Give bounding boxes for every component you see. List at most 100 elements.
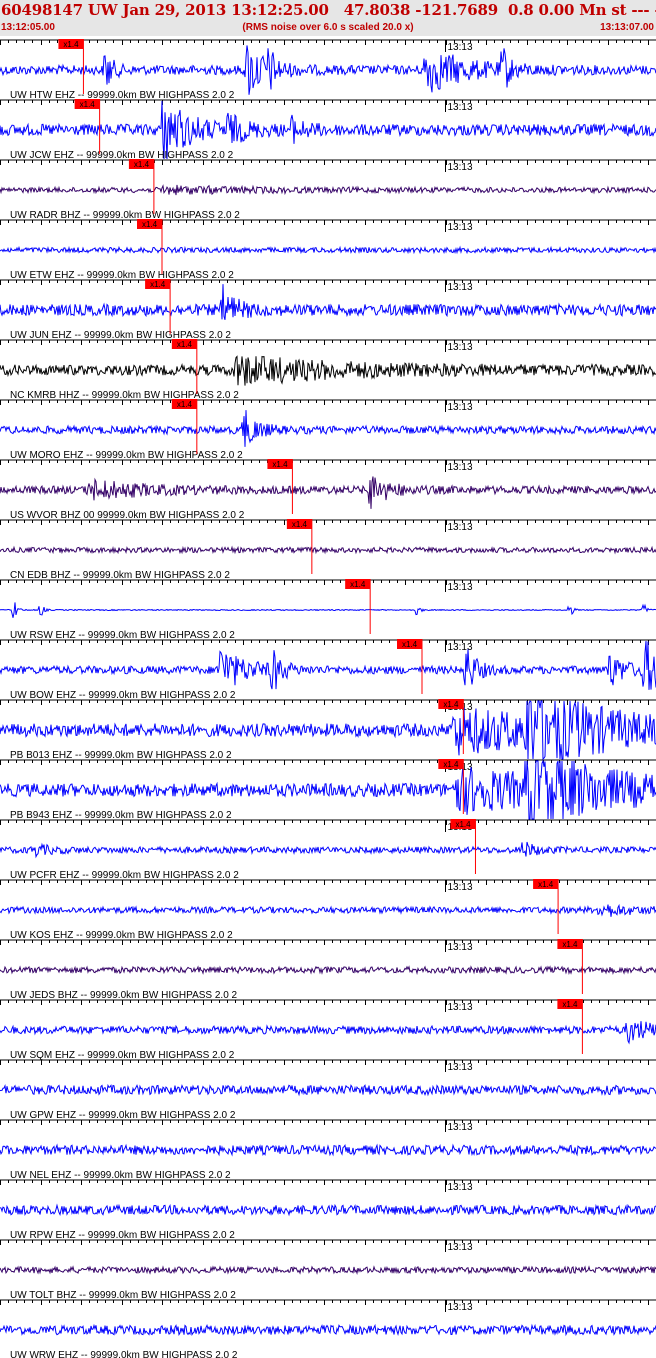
station-label: UW MORO EHZ -- 99999.0km BW HIGHPASS 2.0… [10,450,243,461]
minute-tick-label: 13:13 [448,642,473,653]
seismogram-trace [0,476,656,509]
pick-label: x1.4 [272,460,288,469]
rms-noise-note: (RMS noise over 6.0 s scaled 20.0 x) [242,22,414,33]
station-label: UW RPW EHZ -- 99999.0km BW HIGHPASS 2.0 … [10,1230,235,1241]
station-label: UW BOW EHZ -- 99999.0km BW HIGHPASS 2.0 … [10,690,236,701]
minute-tick-label: 13:13 [448,402,473,413]
pick-label: x1.4 [177,400,193,409]
seismogram-trace [0,355,656,386]
pick-label: x1.4 [402,640,418,649]
station-label: UW SQM EHZ -- 99999.0km BW HIGHPASS 2.0 … [10,1050,235,1061]
minute-tick-label: 13:13 [448,1062,473,1073]
trace-row: 13:13 UW HTW EHZ -- 99999.0km BW HIGHPASS… [0,39,656,101]
trace-row: 13:13 US WVOR BHZ 00 99999.0km BW HIGHPAS… [0,459,656,521]
pick-label: x1.4 [134,160,150,169]
seismogram-trace [0,1083,656,1097]
pick-label: x1.4 [562,1000,578,1009]
pick-label: x1.4 [443,700,459,709]
minute-tick-label: 13:13 [448,882,473,893]
minute-tick-label: 13:13 [448,42,473,53]
pick-label: x1.4 [63,40,79,49]
trace-row: 13:13 NC KMRB HHZ -- 99999.0km BW HIGHPAS… [0,339,656,401]
trace-row: 13:13 UW NEL EHZ -- 99999.0km BW HIGHPASS… [0,1119,656,1181]
seismogram-trace [0,1143,656,1157]
seismogram-trace [0,1323,656,1337]
pick-label: x1.4 [177,340,193,349]
pick-label: x1.4 [350,580,366,589]
station-label: UW HTW EHZ -- 99999.0km BW HIGHPASS 2.0 … [10,90,235,101]
trace-row: 13:13 UW SQM EHZ -- 99999.0km BW HIGHPASS… [0,999,656,1061]
station-label: UW NEL EHZ -- 99999.0km BW HIGHPASS 2.0 … [10,1170,231,1181]
pick-label: x1.4 [538,880,554,889]
trace-row: 13:13UW PCFR EHZ -- 99999.0km BW HIGHPAS… [0,819,656,881]
station-label: UW RADR BHZ -- 99999.0km BW HIGHPASS 2.0… [10,210,240,221]
trace-row: 13:13 UW JCW EHZ -- 99999.0km BW HIGHPASS… [0,99,656,161]
trace-row: 13:13 UW JEDS BHZ -- 99999.0km BW HIGHPAS… [0,939,656,1001]
station-label: NC KMRB HHZ -- 99999.0km BW HIGHPASS 2.0… [10,390,239,401]
station-label: UW KOS EHZ -- 99999.0km BW HIGHPASS 2.0 … [10,930,233,941]
trace-row: 13:13 UW MORO EHZ -- 99999.0km BW HIGHPAS… [0,399,656,461]
pick-label: x1.4 [150,280,166,289]
station-label: US WVOR BHZ 00 99999.0km BW HIGHPASS 2.0… [10,510,245,521]
seismogram-trace [0,640,656,690]
station-label: UW JEDS BHZ -- 99999.0km BW HIGHPASS 2.0… [10,990,238,1001]
pick-label: x1.4 [80,100,96,109]
plot-header: 60498147 UW Jan 29, 2013 13:12:25.00 47.… [0,0,656,36]
minute-tick-label: 13:13 [448,1002,473,1013]
trace-row: 13:13 UW RPW EHZ -- 99999.0km BW HIGHPASS… [0,1179,656,1241]
station-label: UW RSW EHZ -- 99999.0km BW HIGHPASS 2.0 … [10,630,235,641]
trace-row: 13:13 UW ETW EHZ -- 99999.0km BW HIGHPASS… [0,219,656,281]
event-title: 60498147 UW Jan 29, 2013 13:12:25.00 47.… [1,1,656,19]
seismogram-trace [0,965,656,976]
minute-tick-label: 13:13 [448,162,473,173]
minute-tick-label: 13:13 [448,1122,473,1133]
minute-tick-label: 13:13 [448,1242,473,1253]
pick-label: x1.4 [142,220,158,229]
pick-label: x1.4 [292,520,308,529]
trace-row: 13:13 UW JUN EHZ -- 99999.0km BW HIGHPASS… [0,279,656,341]
pick-label: x1.4 [455,820,471,829]
seismogram-trace [0,841,656,859]
station-label: CN EDB BHZ -- 99999.0km BW HIGHPASS 2.0 … [10,570,230,581]
trace-row: 13:13 UW GPW EHZ -- 99999.0km BW HIGHPASS… [0,1059,656,1121]
trace-row: 13:13 UW KOS EHZ -- 99999.0km BW HIGHPASS… [0,879,656,941]
seismogram-plot: 13:13 UW HTW EHZ -- 99999.0km BW HIGHPASS… [0,39,656,1358]
minute-tick-label: 13:13 [448,582,473,593]
seismogram-trace [0,410,656,447]
station-label: PB B943 EHZ -- 99999.0km BW HIGHPASS 2.0… [10,810,232,821]
station-label: UW JCW EHZ -- 99999.0km BW HIGHPASS 2.0 … [10,150,234,161]
minute-tick-label: 13:13 [448,222,473,233]
pick-label: x1.4 [562,940,578,949]
trace-row: 13:13 UW BOW EHZ -- 99999.0km BW HIGHPASS… [0,639,656,701]
seismogram-trace [0,245,656,255]
station-label: UW JUN EHZ -- 99999.0km BW HIGHPASS 2.0 … [10,330,231,341]
seismogram-trace [0,1265,656,1276]
seismogram-trace [0,184,656,196]
pick-label: x1.4 [443,760,459,769]
station-label: UW GPW EHZ -- 99999.0km BW HIGHPASS 2.0 … [10,1110,236,1121]
minute-tick-label: 13:13 [448,282,473,293]
seismogram-trace [0,45,656,95]
minute-tick-label: 13:13 [448,522,473,533]
station-label: UW WRW EHZ -- 99999.0km BW HIGHPASS 2.0 … [10,1350,238,1358]
station-label: UW ETW EHZ -- 99999.0km BW HIGHPASS 2.0 … [10,270,234,281]
seismogram-trace [0,602,656,618]
seismogram-trace [0,1021,656,1045]
trace-row: 13:13 UW WRW EHZ -- 99999.0km BW HIGHPASS… [0,1299,656,1358]
trace-row: 13:13 UW RADR BHZ -- 99999.0km BW HIGHPAS… [0,159,656,221]
seismogram-trace [0,545,656,555]
seismogram-trace [0,284,656,320]
minute-tick-label: 13:13 [448,342,473,353]
trace-row: 13:13 CN EDB BHZ -- 99999.0km BW HIGHPASS… [0,519,656,581]
minute-tick-label: 13:13 [448,1302,473,1313]
station-label: UW PCFR EHZ -- 99999.0km BW HIGHPASS 2.0… [10,870,239,881]
station-label: PB B013 EHZ -- 99999.0km BW HIGHPASS 2.0… [10,750,232,761]
window-end-time: 13:13:07.00 [600,22,654,33]
seismogram-trace [0,1203,656,1217]
station-label: UW TOLT BHZ -- 99999.0km BW HIGHPASS 2.0… [10,1290,236,1301]
trace-row: 13:13 UW RSW EHZ -- 99999.0km BW HIGHPASS… [0,579,656,641]
minute-tick-label: 13:13 [448,942,473,953]
minute-tick-label: 13:13 [448,102,473,113]
minute-tick-label: 13:13 [448,462,473,473]
minute-tick-label: 13:13 [448,1182,473,1193]
